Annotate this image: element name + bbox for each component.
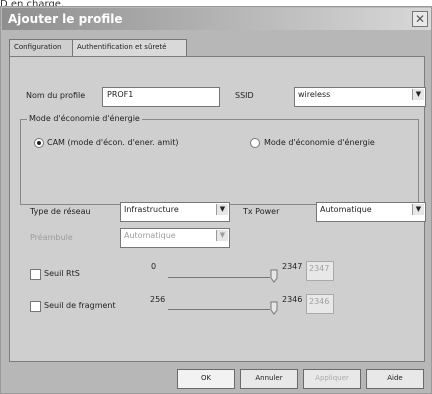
ok-button[interactable]: OK	[177, 369, 235, 389]
chevron-down-icon: ▼	[412, 204, 424, 215]
profile-name-input[interactable]: PROF1	[102, 87, 220, 107]
rts-threshold-slider-knob[interactable]	[270, 269, 278, 283]
close-button[interactable]: ✕	[412, 11, 428, 27]
configuration-panel: Nom du profile PROF1 SSID wireless ▼ Mod…	[9, 56, 426, 362]
tx-power-value: Automatique	[320, 205, 372, 214]
network-type-select[interactable]: Infrastructure ▼	[120, 202, 230, 222]
help-button[interactable]: Aide	[366, 369, 424, 389]
rts-threshold-slider-track	[168, 277, 270, 278]
tx-power-select[interactable]: Automatique ▼	[316, 202, 426, 222]
fragment-max-label: 2346	[282, 295, 303, 304]
power-save-group-title: Mode d'économie d'énergie	[27, 114, 142, 123]
apply-button: Appliquer	[303, 369, 361, 389]
cam-mode-label: CAM (mode d'écon. d'ener. amit)	[47, 138, 179, 147]
power-save-mode-label: Mode d'économie d'énergie	[264, 138, 375, 147]
cam-mode-radio[interactable]	[34, 138, 44, 148]
preamble-select: Automatique ▼	[120, 228, 230, 248]
cancel-button[interactable]: Annuler	[240, 369, 298, 389]
title-bar: Ajouter le profile ✕	[2, 8, 431, 30]
power-save-group: Mode d'économie d'énergie CAM (mode d'éc…	[20, 114, 419, 205]
rts-max-label: 2347	[282, 262, 303, 271]
fragment-min-label: 256	[150, 295, 166, 304]
window-title: Ajouter le profile	[8, 12, 123, 26]
dialog-buttons: OK Annuler Appliquer Aide	[9, 364, 425, 392]
rts-threshold-label: Seuil RtS	[44, 269, 80, 278]
network-type-label: Type de réseau	[30, 207, 91, 216]
fragment-threshold-slider-track	[168, 309, 270, 310]
ssid-value: wireless	[298, 90, 331, 99]
network-type-value: Infrastructure	[124, 205, 179, 214]
tx-power-label: Tx Power	[243, 207, 280, 216]
fragment-threshold-value: 2346	[306, 294, 334, 314]
fragment-threshold-label: Seuil de fragment	[44, 301, 116, 310]
rts-threshold-checkbox[interactable]	[30, 269, 41, 280]
fragment-threshold-checkbox[interactable]	[30, 301, 41, 312]
tab-label: Authentification et sûreté	[77, 43, 167, 51]
power-save-mode-radio[interactable]	[250, 138, 260, 148]
tab-label: Configuration	[14, 43, 62, 51]
rts-threshold-value: 2347	[306, 261, 334, 281]
rts-min-label: 0	[151, 262, 157, 271]
preamble-label: Préambule	[30, 233, 73, 242]
chevron-down-icon: ▼	[216, 204, 228, 215]
close-icon: ✕	[414, 12, 426, 26]
profile-name-label: Nom du profile	[26, 91, 86, 100]
ssid-label: SSID	[235, 91, 254, 100]
chevron-down-icon: ▼	[412, 89, 424, 100]
ssid-select[interactable]: wireless ▼	[294, 87, 426, 107]
fragment-threshold-slider-knob[interactable]	[270, 301, 278, 315]
preamble-value: Automatique	[124, 231, 176, 240]
dialog-window: Ajouter le profile ✕ Configuration Authe…	[0, 6, 432, 394]
chevron-down-icon: ▼	[216, 230, 228, 241]
